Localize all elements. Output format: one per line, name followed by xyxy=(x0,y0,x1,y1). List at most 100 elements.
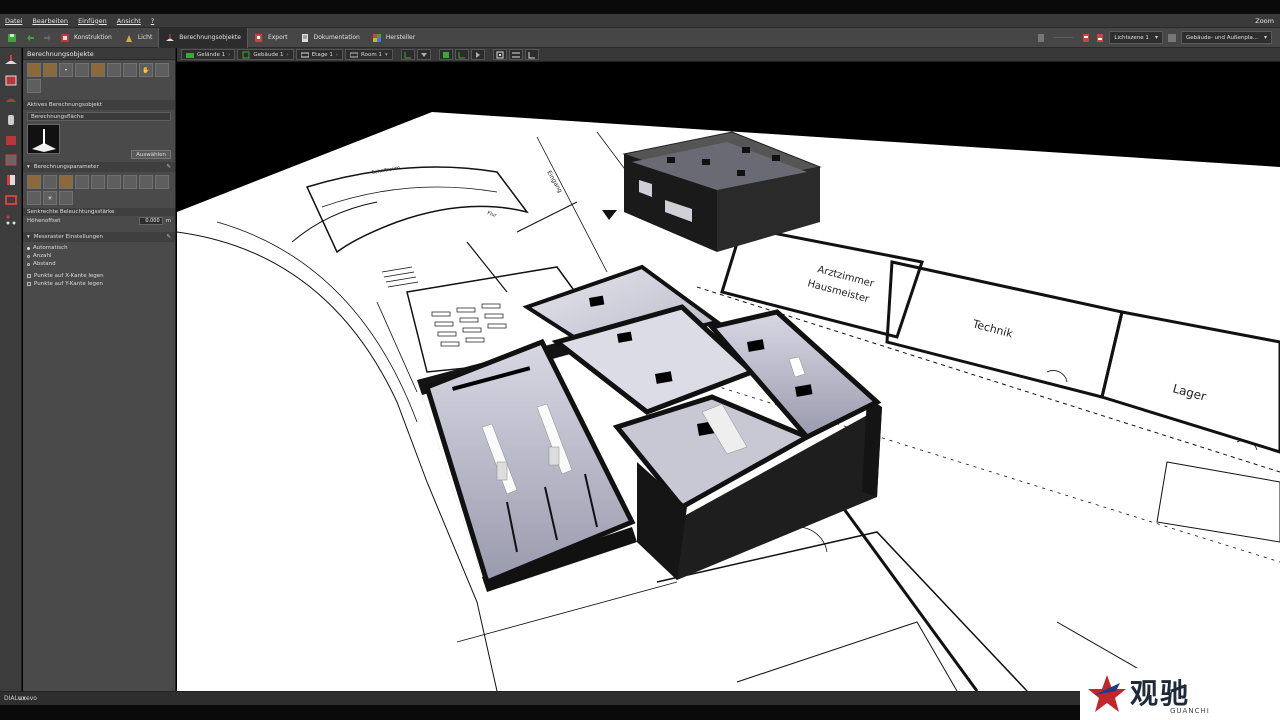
view-3d-icon[interactable] xyxy=(438,49,453,60)
undo-icon[interactable] xyxy=(24,32,36,44)
panel-title: Berechnungsobjekte xyxy=(23,48,175,60)
object-type-button[interactable] xyxy=(155,63,169,77)
height-offset-input[interactable]: 0.000 xyxy=(138,217,163,225)
object-type-button[interactable] xyxy=(75,63,89,77)
param-button[interactable] xyxy=(43,175,57,189)
calc-surface-icon[interactable] xyxy=(3,52,19,68)
sun-icon[interactable]: ☀ xyxy=(43,191,57,205)
grid-option-count[interactable]: Anzahl xyxy=(23,252,175,260)
zoom-extents-icon[interactable] xyxy=(508,49,523,60)
chevron-down-icon: ▾ xyxy=(27,164,30,170)
floorplan-scene: Arztzimmer Hausmeister Technik Lager Ein… xyxy=(177,112,1280,691)
zoom-menu[interactable]: Zoom xyxy=(1255,17,1280,25)
tab-hersteller[interactable]: Hersteller xyxy=(366,28,421,48)
calc-cube-icon[interactable] xyxy=(3,72,19,88)
object-type-button[interactable] xyxy=(43,63,57,77)
tab-dokumentation[interactable]: Dokumentation xyxy=(294,28,366,48)
param-button[interactable] xyxy=(27,191,41,205)
object-type-button[interactable] xyxy=(27,63,41,77)
3d-viewport[interactable]: Arztzimmer Hausmeister Technik Lager Ein… xyxy=(177,62,1280,691)
menu-einfuegen[interactable]: Einfügen xyxy=(73,17,112,25)
tab-licht[interactable]: Licht xyxy=(118,28,158,48)
calc-box-icon[interactable] xyxy=(3,132,19,148)
dropdown-arrow-icon[interactable] xyxy=(470,49,485,60)
edge-option-x[interactable]: Punkte auf X-Kante legen xyxy=(23,272,175,280)
object-type-button[interactable] xyxy=(91,63,105,77)
calc-ruler-icon[interactable] xyxy=(3,172,19,188)
menu-datei[interactable]: Datei xyxy=(0,17,27,25)
calc-surface-thumbnail xyxy=(27,124,60,154)
tab-konstruktion[interactable]: Konstruktion xyxy=(54,28,118,48)
calc-sphere-icon[interactable] xyxy=(3,92,19,108)
object-type-button[interactable] xyxy=(27,79,41,93)
params-section[interactable]: ▾ Berechnungsparameter ✎ xyxy=(23,162,175,172)
main-toolbar: Konstruktion Licht Berechnungsobjekte Ex… xyxy=(0,27,1280,48)
calc-wall-icon[interactable] xyxy=(3,152,19,168)
view-dropdown[interactable]: Gebäude- und Außenpla... ▾ xyxy=(1180,31,1272,44)
param-button[interactable] xyxy=(59,175,73,189)
star-logo-icon xyxy=(1088,675,1126,712)
breadcrumb-gebaeude[interactable]: Gebäude 1 › xyxy=(237,49,294,60)
view-plan-icon[interactable] xyxy=(454,49,469,60)
hand-icon[interactable]: ✋ xyxy=(139,63,153,77)
edge-option-y[interactable]: Punkte auf Y-Kante legen xyxy=(23,280,175,288)
menu-bar: Datei Bearbeiten Einfügen Ansicht ? Zoom xyxy=(0,14,1280,28)
breadcrumb-gelaende[interactable]: Gelände 1 › xyxy=(181,49,236,60)
redo-icon[interactable] xyxy=(42,32,54,44)
param-button[interactable] xyxy=(123,175,137,189)
scene-add-icon[interactable] xyxy=(1081,33,1091,43)
breadcrumb-etage[interactable]: Etage 1 › xyxy=(295,49,344,60)
scene-delete-icon[interactable] xyxy=(1036,33,1046,43)
object-type-button[interactable]: • xyxy=(59,63,73,77)
lamp-icon xyxy=(124,33,134,43)
watermark-text: 观驰 xyxy=(1130,677,1191,710)
param-buttons: ☀ xyxy=(23,172,175,208)
grid-section[interactable]: ▾ Messraster Einstellungen ✎ xyxy=(23,232,175,242)
calc-cylinder-icon[interactable] xyxy=(3,112,19,128)
scene-settings-icon[interactable] xyxy=(1167,33,1177,43)
menu-help[interactable]: ? xyxy=(146,17,159,25)
save-icon[interactable] xyxy=(6,32,18,44)
object-type-button[interactable] xyxy=(107,63,121,77)
illuminance-row[interactable]: Senkrechte Beleuchtungsstärke xyxy=(23,208,175,216)
zoom-fit-icon[interactable] xyxy=(492,49,507,60)
param-button[interactable] xyxy=(59,191,73,205)
active-object-section: Aktives Berechnungsobjekt xyxy=(23,100,175,110)
tab-berechnungsobjekte[interactable]: Berechnungsobjekte xyxy=(158,27,248,48)
param-button[interactable] xyxy=(91,175,105,189)
view-toolbar: Gelände 1 › Gebäude 1 › Etage 1 › Room 1… xyxy=(177,48,1280,62)
param-button[interactable] xyxy=(107,175,121,189)
grid-option-auto[interactable]: Automatisch xyxy=(23,244,175,252)
object-type-button[interactable] xyxy=(123,63,137,77)
param-button[interactable] xyxy=(75,175,89,189)
menu-ansicht[interactable]: Ansicht xyxy=(112,17,146,25)
menu-bearbeiten[interactable]: Bearbeiten xyxy=(27,17,73,25)
pin-icon[interactable]: ✎ xyxy=(166,232,171,242)
param-button[interactable] xyxy=(27,175,41,189)
toolbar-right-group: ────── Lichtszene 1 ▾ Gebäude- und Außen… xyxy=(1036,31,1280,44)
checkbox-icon xyxy=(27,274,31,278)
watermark-subtext: GUANCHI xyxy=(1170,707,1210,715)
calc-frame-icon[interactable] xyxy=(3,192,19,208)
measure-icon[interactable] xyxy=(524,49,539,60)
chevron-right-icon: › xyxy=(286,51,289,58)
lightscene-dropdown[interactable]: Lichtszene 1 ▾ xyxy=(1109,31,1163,44)
calculation-plane-icon xyxy=(165,33,175,43)
select-button[interactable]: Auswählen xyxy=(131,150,171,159)
axis-icon[interactable] xyxy=(400,49,415,60)
param-button[interactable] xyxy=(139,175,153,189)
breadcrumb-room[interactable]: Room 1 ▾ xyxy=(345,49,393,60)
active-object-field: Berechnungsfläche xyxy=(27,112,171,121)
object-type-buttons: • ✋ xyxy=(23,60,175,96)
left-icon-strip xyxy=(0,48,22,691)
tab-export[interactable]: Export xyxy=(248,28,294,48)
pin-icon[interactable]: ✎ xyxy=(166,162,171,172)
param-button[interactable] xyxy=(155,175,169,189)
calc-points-icon[interactable] xyxy=(3,212,19,228)
grid-option-distance[interactable]: Abstand xyxy=(23,260,175,268)
height-offset-row: Höhenoffset 0.000 m xyxy=(27,217,171,225)
dropdown-arrow-icon[interactable] xyxy=(416,49,431,60)
manufacturer-icon xyxy=(372,33,382,43)
side-panel: Berechnungsobjekte • ✋ Aktives Berechnun… xyxy=(23,48,176,691)
scene-copy-icon[interactable] xyxy=(1095,33,1105,43)
